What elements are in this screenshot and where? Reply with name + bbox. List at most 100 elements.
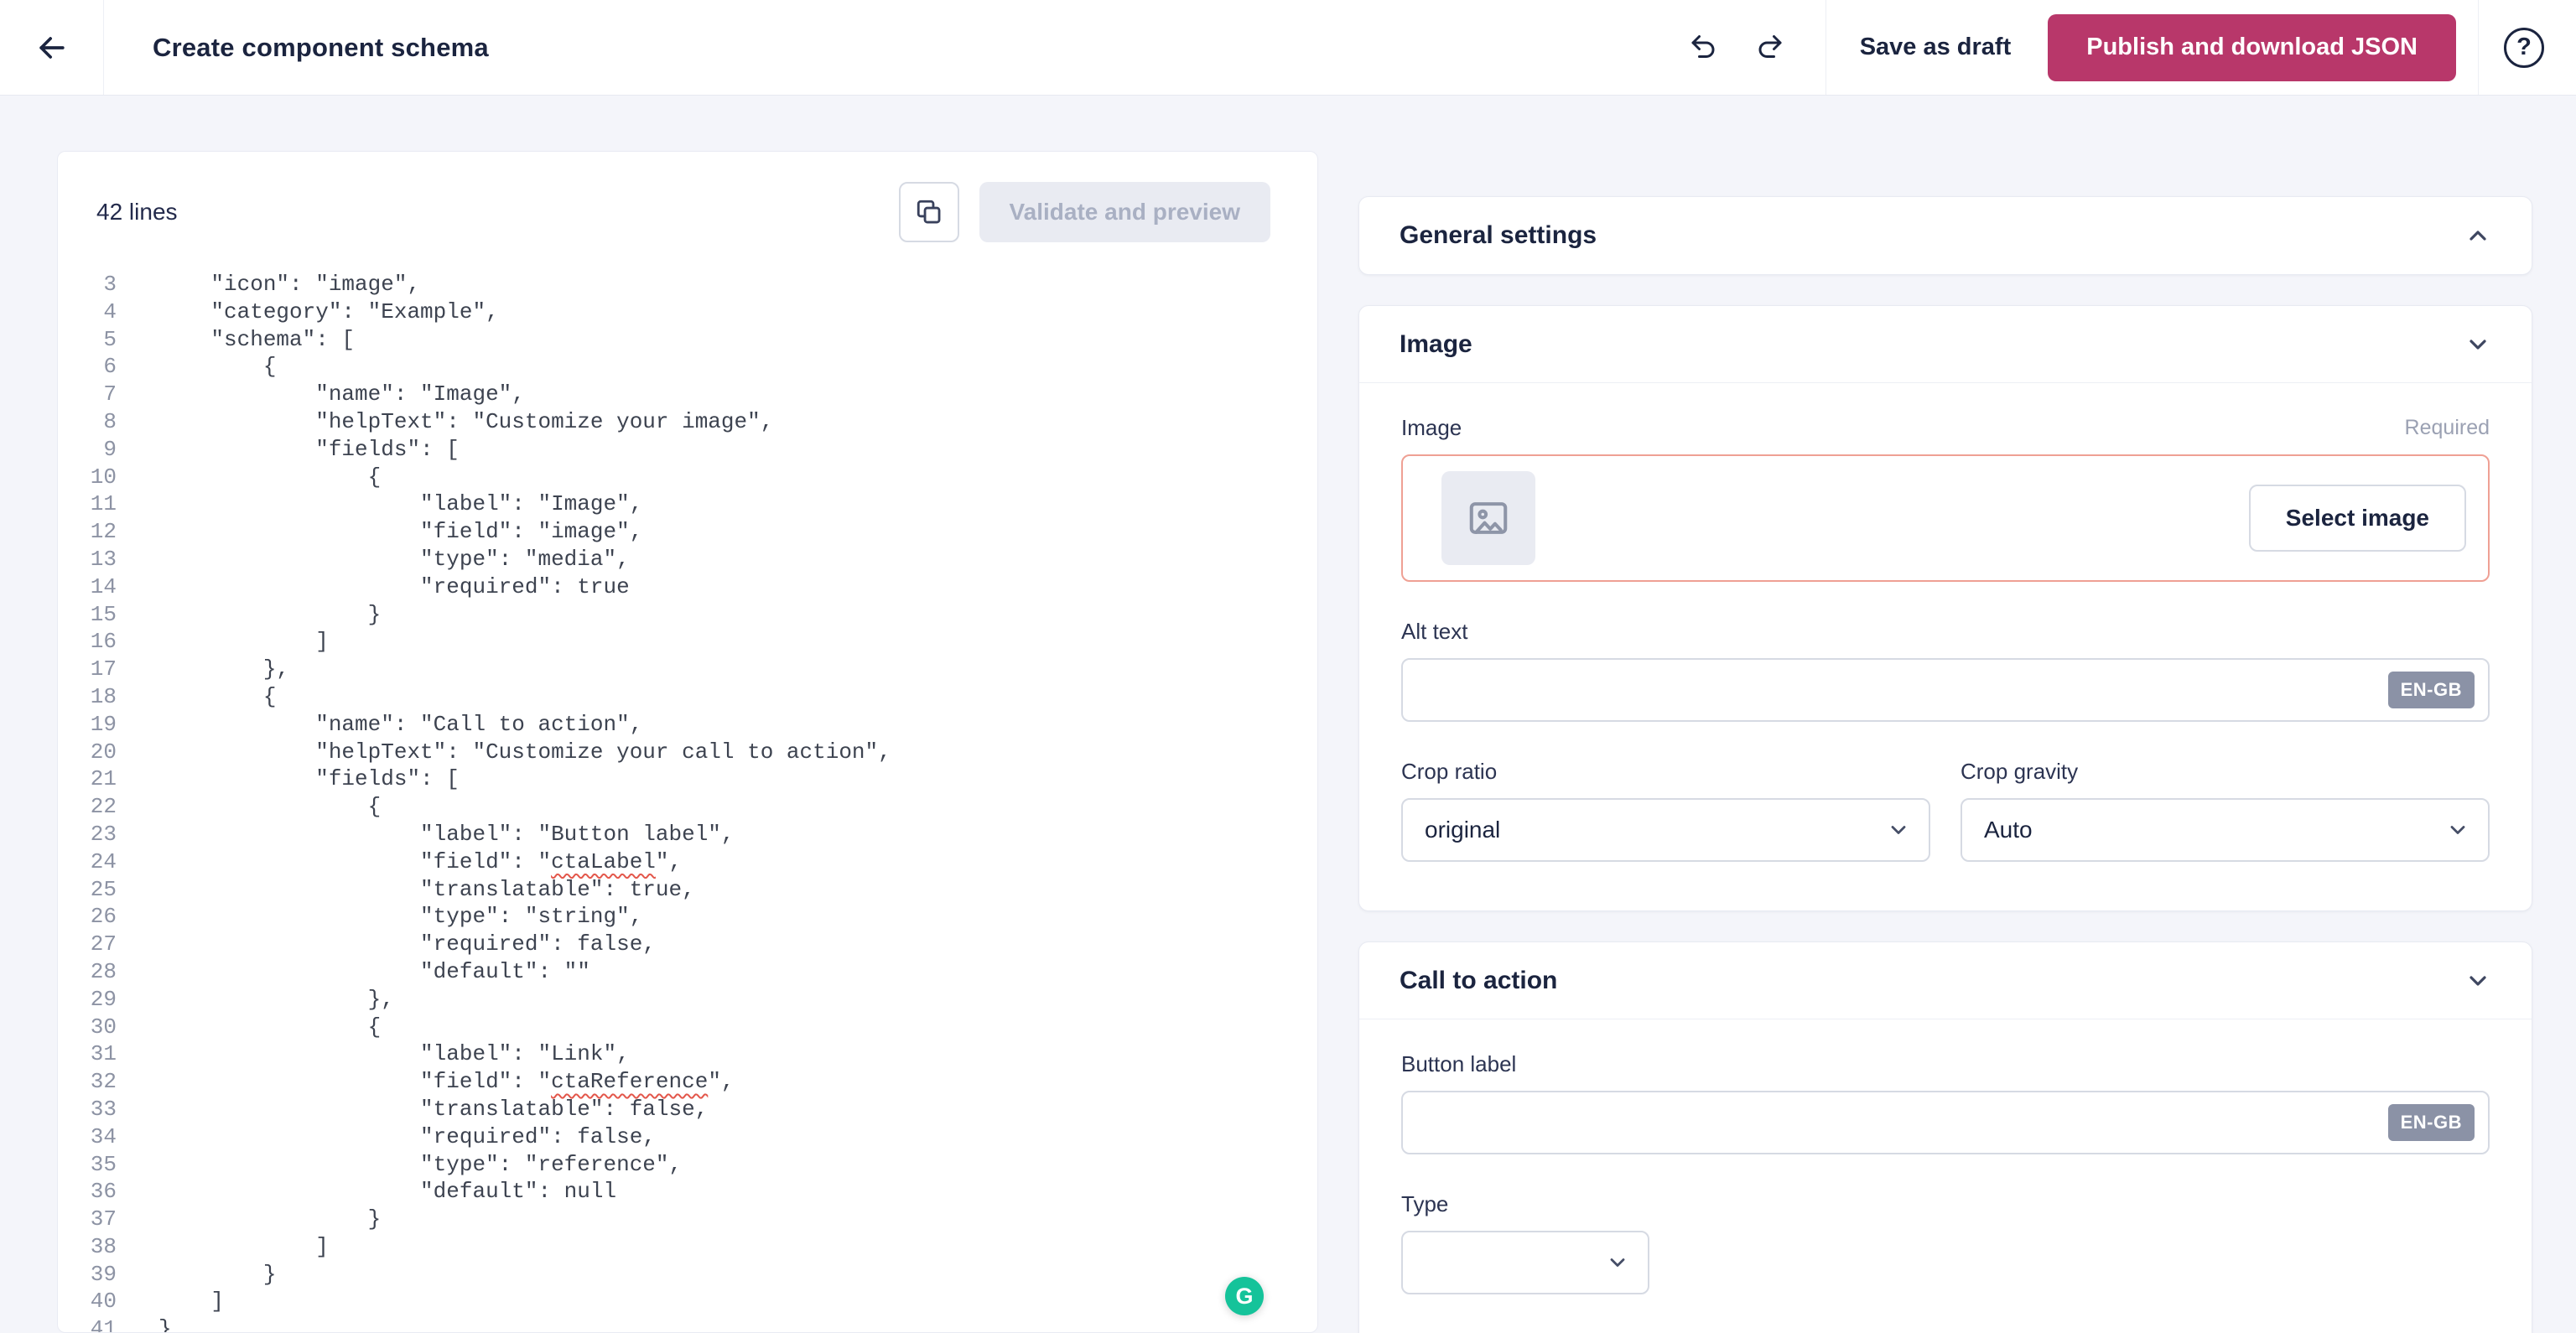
save-draft-button[interactable]: Save as draft: [1860, 34, 2012, 61]
alt-text-input-wrap: EN-GB: [1401, 658, 2490, 722]
code-line[interactable]: 34 "required": false,: [58, 1123, 1317, 1151]
redo-button[interactable]: [1743, 21, 1797, 75]
code-line[interactable]: 24 "field": "ctaLabel",: [58, 848, 1317, 876]
code-line[interactable]: 7 "name": "Image",: [58, 381, 1317, 408]
code-line[interactable]: 27 "required": false,: [58, 931, 1317, 958]
validate-preview-button[interactable]: Validate and preview: [979, 182, 1270, 242]
code-line[interactable]: 17 },: [58, 656, 1317, 683]
required-badge: Required: [2404, 416, 2490, 439]
code-text: {: [158, 683, 277, 709]
code-line[interactable]: 21 "fields": [: [58, 765, 1317, 793]
code-text: "label": "Image",: [158, 491, 643, 517]
undo-button[interactable]: [1676, 21, 1730, 75]
code-line[interactable]: 20 "helpText": "Customize your call to a…: [58, 739, 1317, 766]
code-line[interactable]: 3 "icon": "image",: [58, 271, 1317, 298]
code-line[interactable]: 30 {: [58, 1014, 1317, 1041]
code-line[interactable]: 11 "label": "Image",: [58, 490, 1317, 518]
code-line[interactable]: 37 }: [58, 1206, 1317, 1233]
line-number: 38: [90, 1233, 117, 1259]
help-button[interactable]: ?: [2504, 27, 2544, 68]
code-line[interactable]: 22 {: [58, 793, 1317, 821]
code-text: "schema": [: [158, 326, 356, 352]
line-number: 23: [90, 821, 117, 847]
line-number: 9: [103, 436, 117, 462]
line-number: 15: [90, 601, 117, 627]
code-text: "label": "Link",: [158, 1041, 630, 1067]
code-line[interactable]: 41}: [58, 1315, 1317, 1332]
code-text: ]: [158, 1289, 225, 1315]
select-image-button[interactable]: Select image: [2248, 485, 2466, 552]
copy-button[interactable]: [898, 182, 959, 242]
code-line[interactable]: 26 "type": "string",: [58, 903, 1317, 931]
redo-icon: [1758, 34, 1782, 58]
code-line[interactable]: 25 "translatable": true,: [58, 876, 1317, 904]
code-text: ]: [158, 1233, 329, 1259]
line-number: 10: [90, 464, 117, 490]
code-line[interactable]: 15 }: [58, 601, 1317, 629]
cta-section-header[interactable]: Call to action: [1359, 942, 2532, 1019]
code-line[interactable]: 9 "fields": [: [58, 436, 1317, 464]
button-label-input[interactable]: [1401, 1091, 2490, 1154]
back-arrow-icon: [39, 36, 65, 59]
line-number: 18: [90, 683, 117, 709]
line-number: 31: [90, 1041, 117, 1067]
code-line[interactable]: 18 {: [58, 683, 1317, 711]
code-text: "translatable": true,: [158, 876, 695, 902]
line-number: 32: [90, 1069, 117, 1095]
crop-gravity-select[interactable]: Auto: [1961, 798, 2490, 862]
alt-text-input[interactable]: [1401, 658, 2490, 722]
code-text: "field": "image",: [158, 519, 643, 545]
alt-text-label: Alt text: [1401, 619, 1468, 644]
code-line[interactable]: 19 "name": "Call to action",: [58, 711, 1317, 739]
code-editor[interactable]: 3 "icon": "image", 4 "category": "Example…: [58, 261, 1317, 1332]
code-text: }: [158, 1206, 382, 1232]
code-text: "type": "string",: [158, 904, 643, 930]
line-number: 17: [90, 656, 117, 682]
code-line[interactable]: 6 {: [58, 353, 1317, 381]
code-line[interactable]: 28 "default": "": [58, 958, 1317, 986]
settings-column: General settings Image Image Required Se…: [1358, 196, 2532, 1333]
code-line[interactable]: 13 "type": "media",: [58, 546, 1317, 573]
code-text: "fields": [: [158, 436, 460, 462]
button-label-label: Button label: [1401, 1051, 1517, 1076]
crop-ratio-select[interactable]: original: [1401, 798, 1930, 862]
grammarly-icon[interactable]: G: [1225, 1277, 1264, 1315]
code-line[interactable]: 4 "category": "Example",: [58, 298, 1317, 326]
back-button[interactable]: [0, 0, 104, 95]
code-line[interactable]: 10 {: [58, 464, 1317, 491]
line-number: 5: [103, 326, 117, 352]
code-line[interactable]: 8 "helpText": "Customize your image",: [58, 408, 1317, 436]
image-dropzone[interactable]: Select image: [1401, 454, 2490, 582]
code-line[interactable]: 39 }: [58, 1261, 1317, 1289]
code-text: }: [158, 1261, 277, 1287]
code-line[interactable]: 12 "field": "image",: [58, 518, 1317, 546]
line-number: 20: [90, 739, 117, 765]
code-line[interactable]: 14 "required": true: [58, 573, 1317, 601]
general-settings-header[interactable]: General settings: [1359, 197, 2532, 274]
line-number: 24: [90, 848, 117, 874]
code-line[interactable]: 16 ]: [58, 628, 1317, 656]
code-text: {: [158, 794, 382, 820]
code-text: "name": "Image",: [158, 381, 525, 407]
code-line[interactable]: 5 "schema": [: [58, 326, 1317, 354]
code-line[interactable]: 32 "field": "ctaReference",: [58, 1068, 1317, 1096]
code-line[interactable]: 35 "type": "reference",: [58, 1151, 1317, 1179]
code-line[interactable]: 36 "default": null: [58, 1178, 1317, 1206]
code-line[interactable]: 23 "label": "Button label",: [58, 821, 1317, 848]
copy-icon: [917, 200, 941, 224]
dropdown-chevron-icon: [1610, 1258, 1625, 1267]
code-editor-panel: 42 lines Validate and preview 3 "icon": …: [57, 151, 1318, 1333]
crop-ratio-value: original: [1425, 817, 1501, 843]
image-section-header[interactable]: Image: [1359, 306, 2532, 383]
line-number: 14: [90, 573, 117, 599]
type-select[interactable]: [1401, 1231, 1649, 1294]
publish-button[interactable]: Publish and download JSON: [2048, 13, 2456, 81]
code-text: "helpText": "Customize your image",: [158, 408, 774, 434]
code-line[interactable]: 33 "translatable": false,: [58, 1096, 1317, 1123]
code-line[interactable]: 38 ]: [58, 1233, 1317, 1261]
line-number: 30: [90, 1014, 117, 1040]
image-section-title: Image: [1400, 329, 1472, 358]
code-line[interactable]: 40 ]: [58, 1288, 1317, 1315]
code-line[interactable]: 29 },: [58, 986, 1317, 1014]
code-line[interactable]: 31 "label": "Link",: [58, 1040, 1317, 1068]
